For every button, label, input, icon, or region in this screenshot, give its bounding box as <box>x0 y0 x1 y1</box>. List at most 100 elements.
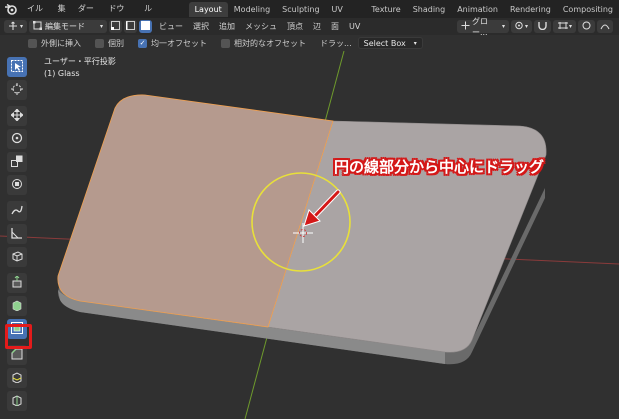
edge-select-icon <box>125 21 136 32</box>
falloff-icon <box>600 21 610 32</box>
tab-texture-paint[interactable]: Texture Paint <box>365 2 406 29</box>
pivot-icon <box>515 21 525 32</box>
checkbox-even-offset[interactable]: ✓ 均一オフセット <box>138 38 207 49</box>
move-icon <box>10 108 24 123</box>
editor-type-button[interactable]: ▾ <box>4 20 28 33</box>
view-name: ユーザー・平行投影 <box>44 57 116 66</box>
tool-scale[interactable] <box>7 152 27 172</box>
chevron-down-icon: ▾ <box>413 39 417 47</box>
chevron-down-icon: ▾ <box>568 23 572 30</box>
loop-cut-icon <box>11 371 23 385</box>
inset-tool-highlight <box>5 324 32 349</box>
tab-animation[interactable]: Animation <box>451 2 504 17</box>
orientation-icon <box>461 21 470 32</box>
annotate-pen-icon <box>11 204 23 218</box>
face-select-button[interactable] <box>139 20 153 33</box>
menu-view[interactable]: ビュー <box>154 21 188 32</box>
tool-extrude-region[interactable] <box>7 296 27 316</box>
menu-face[interactable]: 面 <box>326 21 344 32</box>
tool-extrude[interactable] <box>7 273 27 293</box>
falloff-button[interactable] <box>597 20 613 33</box>
proportional-edit-button[interactable] <box>578 20 595 33</box>
menu-edge[interactable]: 辺 <box>308 21 326 32</box>
snap-button[interactable] <box>533 20 551 33</box>
tool-transform[interactable] <box>7 175 27 195</box>
chevron-down-icon: ▾ <box>501 23 505 30</box>
extrude-region-icon <box>11 299 23 313</box>
tool-add-cube[interactable] <box>7 247 27 267</box>
tab-modeling[interactable]: Modeling <box>228 2 276 17</box>
mode-select[interactable]: 編集モード ▾ <box>29 20 108 33</box>
tool-select-box[interactable] <box>7 57 27 77</box>
workspace-tabs: Layout Modeling Sculpting UV Editing Tex… <box>188 0 619 29</box>
tab-layout[interactable]: Layout <box>188 1 228 17</box>
tab-uv-editing[interactable]: UV Editing <box>326 2 366 29</box>
checkbox-relative-offset[interactable]: 相対的なオフセット <box>221 38 306 49</box>
tool-measure[interactable] <box>7 224 27 244</box>
tab-compositing[interactable]: Compositing <box>557 2 619 17</box>
3d-cursor-icon <box>11 83 23 97</box>
menu-select[interactable]: 選択 <box>188 21 214 32</box>
tab-sculpting[interactable]: Sculpting <box>276 2 325 17</box>
drag-label: ドラッ... <box>320 38 352 48</box>
tab-shading[interactable]: Shading <box>407 2 452 17</box>
checkbox-relative-offset-box[interactable] <box>221 38 230 48</box>
checkbox-even-offset-label: 均一オフセット <box>151 38 207 48</box>
axes-icon <box>8 21 18 33</box>
transform-icon <box>11 178 23 192</box>
vertex-select-icon <box>111 21 121 32</box>
tool-shelf <box>7 57 29 414</box>
viewport-info: ユーザー・平行投影 (1) Glass <box>44 56 116 80</box>
checkbox-outset-label: 外側に挿入 <box>41 38 81 48</box>
knife-icon <box>11 394 23 408</box>
blender-logo-icon[interactable] <box>4 2 18 16</box>
menu-vertex[interactable]: 頂点 <box>282 21 308 32</box>
object-name: (1) Glass <box>44 69 80 78</box>
measure-icon <box>11 227 23 241</box>
snap-grid-icon <box>557 21 569 32</box>
menu-add[interactable]: 追加 <box>214 21 240 32</box>
snap-target-button[interactable]: ▾ <box>552 20 576 33</box>
menu-mesh[interactable]: メッシュ <box>240 21 282 32</box>
checkbox-even-offset-box[interactable]: ✓ <box>138 38 147 48</box>
magnet-icon <box>538 21 547 32</box>
tool-loop-cut[interactable] <box>7 368 27 388</box>
select-cursor-icon <box>11 60 23 74</box>
checkbox-outset[interactable]: 外側に挿入 <box>28 38 81 49</box>
extrude-icon <box>11 275 23 290</box>
bevel-icon <box>11 348 23 362</box>
pivot-point-button[interactable]: ▾ <box>510 20 532 33</box>
drag-select[interactable]: Select Box ▾ <box>357 37 423 49</box>
drag-select-value: Select Box <box>363 38 406 48</box>
checkbox-relative-offset-label: 相対的なオフセット <box>234 38 306 48</box>
vertex-select-button[interactable] <box>109 20 123 33</box>
rotate-icon <box>11 132 23 146</box>
tool-knife[interactable] <box>7 391 27 411</box>
tab-rendering[interactable]: Rendering <box>504 2 557 17</box>
3d-viewport[interactable] <box>0 51 619 419</box>
scale-icon <box>11 155 23 169</box>
chevron-down-icon: ▾ <box>100 23 104 30</box>
tool-move[interactable] <box>7 106 27 126</box>
tool-annotate[interactable] <box>7 201 27 221</box>
checkbox-outset-box[interactable] <box>28 38 37 48</box>
checkbox-individual-box[interactable] <box>95 38 104 48</box>
edge-select-button[interactable] <box>124 20 138 33</box>
top-menu-bar: ファイル 編集 レンダー ウィンドウ ヘルプ Layout Modeling S… <box>0 0 619 31</box>
viewport-header: ▾ 編集モード ▾ ビュー 選択 追加 メッシュ 頂点 辺 面 UV グロー..… <box>0 17 619 37</box>
add-cube-icon <box>11 250 23 264</box>
menu-uv[interactable]: UV <box>344 22 365 31</box>
tool-settings-bar: 外側に挿入 個別 ✓ 均一オフセット 相対的なオフセット ドラッ... Sele… <box>28 35 619 51</box>
checkbox-individual-label: 個別 <box>108 38 124 48</box>
proportional-icon <box>582 21 591 32</box>
chevron-down-icon: ▾ <box>20 23 24 30</box>
tool-rotate[interactable] <box>7 129 27 149</box>
tool-cursor[interactable] <box>7 80 27 100</box>
annotation-text: 円の線部分から中心にドラッグ <box>334 158 545 176</box>
edit-mode-icon <box>33 21 43 32</box>
checkbox-individual[interactable]: 個別 <box>95 38 124 49</box>
chevron-down-icon: ▾ <box>524 23 528 30</box>
face-select-icon <box>141 21 151 32</box>
transform-orientation-select[interactable]: グロー... ▾ <box>456 17 509 37</box>
mode-label: 編集モード <box>45 22 86 31</box>
